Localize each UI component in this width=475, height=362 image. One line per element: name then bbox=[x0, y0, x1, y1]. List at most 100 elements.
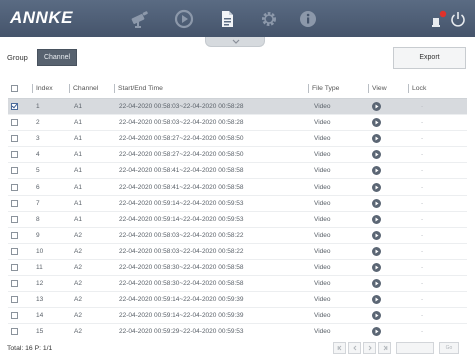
row-checkbox-cell[interactable] bbox=[11, 292, 21, 307]
play-icon[interactable] bbox=[372, 182, 381, 192]
row-checkbox[interactable] bbox=[11, 312, 18, 320]
row-checkbox-cell[interactable] bbox=[11, 163, 21, 178]
information-icon[interactable] bbox=[297, 8, 319, 30]
prev-page-button[interactable] bbox=[348, 342, 361, 354]
table-row[interactable]: 3 A1 22-04-2020 00:58:27~22-04-2020 00:58:… bbox=[8, 131, 467, 148]
view-cell[interactable] bbox=[372, 308, 412, 323]
page-number-input[interactable] bbox=[396, 342, 434, 354]
play-icon[interactable] bbox=[372, 246, 381, 256]
view-cell[interactable] bbox=[372, 324, 412, 337]
view-cell[interactable] bbox=[372, 115, 412, 130]
row-checkbox[interactable] bbox=[11, 135, 18, 143]
row-checkbox-cell[interactable] bbox=[11, 276, 21, 291]
play-icon[interactable] bbox=[372, 279, 381, 289]
row-checkbox[interactable] bbox=[11, 328, 18, 336]
row-checkbox[interactable] bbox=[11, 296, 18, 304]
table-row[interactable]: 2 A1 22-04-2020 00:58:03~22-04-2020 00:58:… bbox=[8, 115, 467, 132]
play-icon[interactable] bbox=[372, 150, 381, 160]
view-cell[interactable] bbox=[372, 244, 412, 259]
row-lock[interactable]: - bbox=[421, 276, 467, 291]
play-icon[interactable] bbox=[372, 230, 381, 240]
row-checkbox-cell[interactable] bbox=[11, 179, 21, 194]
export-button[interactable]: Export bbox=[393, 47, 466, 69]
collapse-toolbar-tab[interactable] bbox=[205, 37, 265, 47]
row-checkbox[interactable] bbox=[11, 103, 18, 111]
table-row[interactable]: 15 A2 22-04-2020 00:59:29~22-04-2020 00:59… bbox=[8, 324, 467, 337]
row-checkbox-cell[interactable] bbox=[11, 196, 21, 211]
row-checkbox[interactable] bbox=[11, 247, 18, 255]
row-checkbox-cell[interactable] bbox=[11, 228, 21, 243]
view-cell[interactable] bbox=[372, 292, 412, 307]
play-icon[interactable] bbox=[372, 198, 381, 208]
row-lock[interactable]: - bbox=[421, 324, 467, 337]
play-icon[interactable] bbox=[372, 166, 381, 176]
configuration-icon[interactable] bbox=[258, 8, 280, 30]
table-row[interactable]: 10 A2 22-04-2020 00:58:03~22-04-2020 00:58… bbox=[8, 244, 467, 260]
row-checkbox[interactable] bbox=[11, 263, 18, 271]
row-lock[interactable]: - bbox=[421, 99, 467, 114]
channel-group-button[interactable]: Channel bbox=[37, 49, 77, 66]
table-row[interactable]: 8 A1 22-04-2020 00:59:14~22-04-2020 00:59:… bbox=[8, 212, 467, 228]
row-lock[interactable]: - bbox=[421, 163, 467, 178]
alarm-icon[interactable] bbox=[430, 9, 448, 29]
play-icon[interactable] bbox=[372, 327, 381, 337]
row-lock[interactable]: - bbox=[421, 308, 467, 323]
row-checkbox-cell[interactable] bbox=[11, 212, 21, 227]
view-cell[interactable] bbox=[372, 99, 412, 114]
last-page-button[interactable] bbox=[378, 342, 391, 354]
table-row[interactable]: 14 A2 22-04-2020 00:59:14~22-04-2020 00:59… bbox=[8, 308, 467, 325]
select-all-cell[interactable] bbox=[11, 79, 21, 98]
table-row[interactable]: 7 A1 22-04-2020 00:59:14~22-04-2020 00:59:… bbox=[8, 196, 467, 212]
table-row[interactable]: 4 A1 22-04-2020 00:58:27~22-04-2020 00:58:… bbox=[8, 147, 467, 164]
table-row[interactable]: 5 A1 22-04-2020 00:58:41~22-04-2020 00:58:… bbox=[8, 163, 467, 180]
play-icon[interactable] bbox=[372, 118, 381, 128]
row-lock[interactable]: - bbox=[421, 244, 467, 259]
play-icon[interactable] bbox=[372, 214, 381, 224]
play-icon[interactable] bbox=[372, 134, 381, 144]
row-lock[interactable]: - bbox=[421, 147, 467, 162]
row-checkbox-cell[interactable] bbox=[11, 131, 21, 146]
play-icon[interactable] bbox=[372, 311, 381, 321]
view-cell[interactable] bbox=[372, 260, 412, 275]
row-checkbox[interactable] bbox=[11, 119, 18, 127]
row-checkbox[interactable] bbox=[11, 199, 18, 207]
row-checkbox-cell[interactable] bbox=[11, 308, 21, 323]
row-checkbox[interactable] bbox=[11, 167, 18, 175]
playback-icon[interactable] bbox=[173, 8, 195, 30]
table-row[interactable]: 13 A2 22-04-2020 00:59:14~22-04-2020 00:59… bbox=[8, 292, 467, 309]
view-cell[interactable] bbox=[372, 147, 412, 162]
row-checkbox-cell[interactable] bbox=[11, 244, 21, 259]
view-cell[interactable] bbox=[372, 276, 412, 291]
row-lock[interactable]: - bbox=[421, 228, 467, 243]
row-lock[interactable]: - bbox=[421, 260, 467, 275]
row-lock[interactable]: - bbox=[421, 115, 467, 130]
row-checkbox[interactable] bbox=[11, 215, 18, 223]
row-checkbox[interactable] bbox=[11, 151, 18, 159]
row-checkbox-cell[interactable] bbox=[11, 115, 21, 130]
row-lock[interactable]: - bbox=[421, 179, 467, 194]
table-row[interactable]: 9 A2 22-04-2020 00:58:03~22-04-2020 00:58:… bbox=[8, 228, 467, 244]
view-cell[interactable] bbox=[372, 196, 412, 211]
next-page-button[interactable] bbox=[363, 342, 376, 354]
view-cell[interactable] bbox=[372, 212, 412, 227]
view-cell[interactable] bbox=[372, 179, 412, 194]
table-row[interactable]: 1 A1 22-04-2020 00:58:03~22-04-2020 00:58:… bbox=[8, 99, 467, 116]
file-management-icon[interactable] bbox=[216, 8, 238, 30]
view-cell[interactable] bbox=[372, 131, 412, 146]
power-icon[interactable] bbox=[450, 10, 466, 28]
row-checkbox[interactable] bbox=[11, 280, 18, 288]
live-view-icon[interactable] bbox=[129, 8, 151, 30]
row-checkbox-cell[interactable] bbox=[11, 147, 21, 162]
row-checkbox[interactable] bbox=[11, 231, 18, 239]
play-icon[interactable] bbox=[372, 102, 381, 112]
go-button[interactable]: Go bbox=[439, 342, 459, 354]
table-row[interactable]: 11 A2 22-04-2020 00:58:30~22-04-2020 00:58… bbox=[8, 260, 467, 277]
play-icon[interactable] bbox=[372, 295, 381, 305]
row-lock[interactable]: - bbox=[421, 212, 467, 227]
table-row[interactable]: 12 A2 22-04-2020 00:58:30~22-04-2020 00:58… bbox=[8, 276, 467, 293]
play-icon[interactable] bbox=[372, 262, 381, 272]
row-checkbox-cell[interactable] bbox=[11, 99, 21, 114]
select-all-checkbox[interactable] bbox=[11, 85, 18, 92]
row-lock[interactable]: - bbox=[421, 292, 467, 307]
table-row[interactable]: 6 A1 22-04-2020 00:58:41~22-04-2020 00:58:… bbox=[8, 179, 467, 196]
